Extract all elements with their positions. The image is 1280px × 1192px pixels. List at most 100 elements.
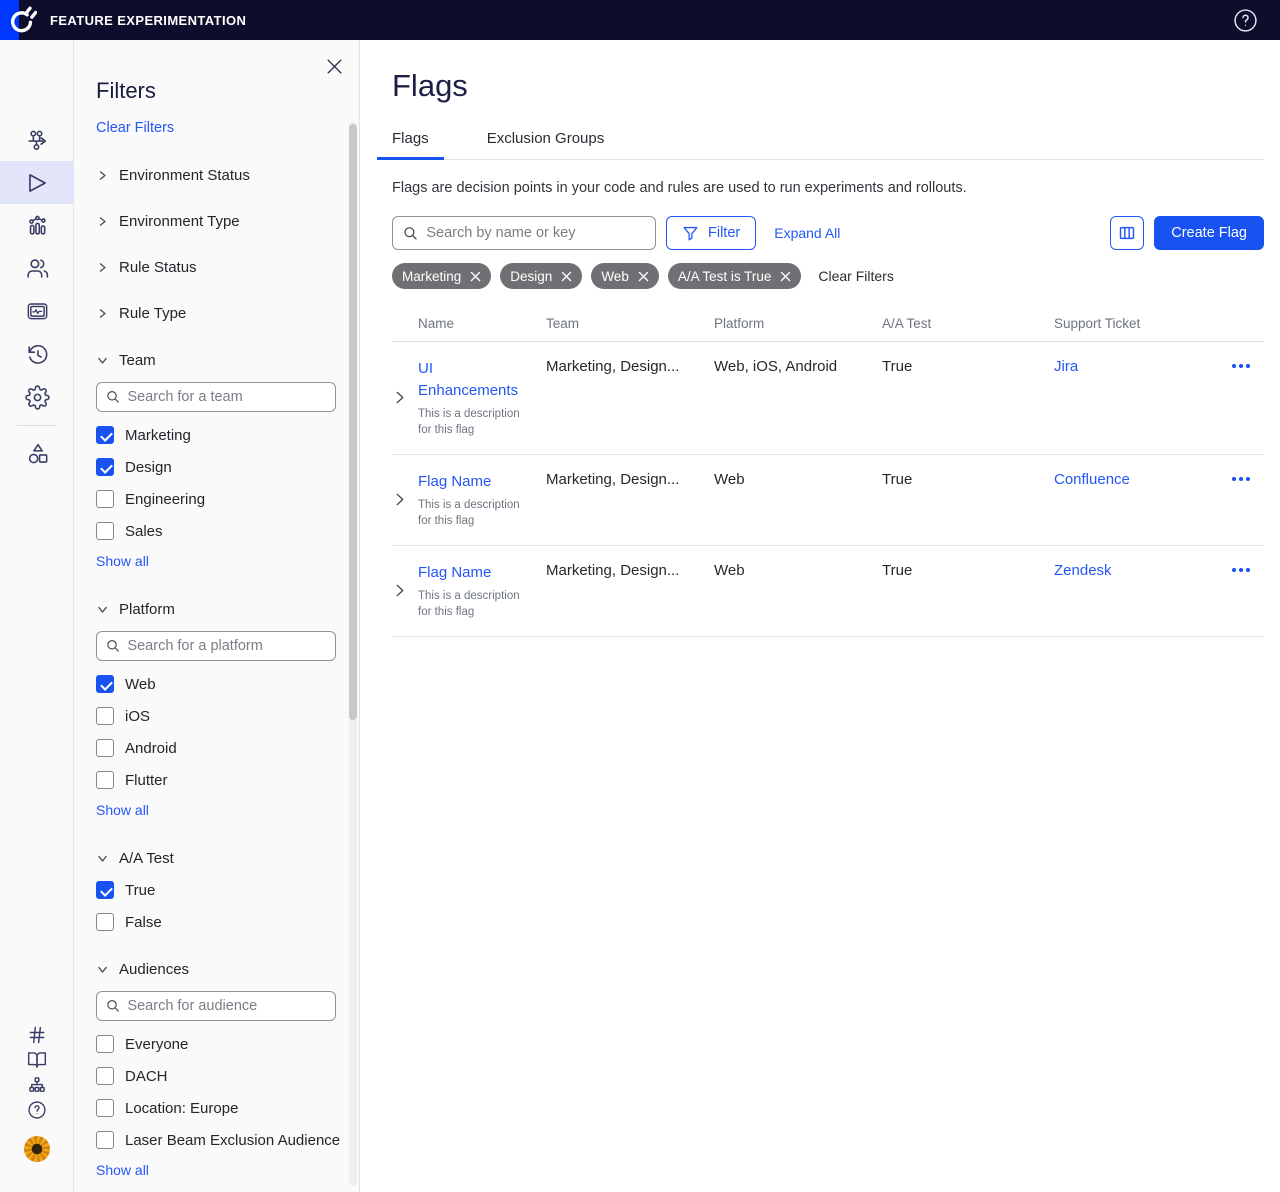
checkbox[interactable] [96, 881, 114, 899]
platform-search-input[interactable] [127, 638, 326, 654]
chips-clear-filters[interactable]: Clear Filters [818, 268, 893, 284]
filter-option[interactable]: Design [96, 458, 359, 476]
flag-name-link[interactable]: Flag Name [418, 562, 491, 584]
checkbox[interactable] [96, 458, 114, 476]
table-row: Flag Name This is a description for this… [392, 455, 1264, 546]
panel-scrollbar-thumb[interactable] [349, 124, 357, 720]
filter-chip[interactable]: Marketing [392, 263, 491, 289]
filter-option[interactable]: Android [96, 739, 359, 757]
nav-docs[interactable] [0, 1047, 74, 1072]
columns-button[interactable] [1110, 216, 1144, 250]
nav-flags[interactable] [0, 161, 74, 204]
checkbox[interactable] [96, 1131, 114, 1149]
chip-remove-icon[interactable] [780, 271, 791, 282]
checkbox[interactable] [96, 522, 114, 540]
nav-settings[interactable] [0, 376, 74, 419]
clear-filters-link[interactable]: Clear Filters [96, 120, 174, 136]
nav-history[interactable] [0, 333, 74, 376]
filter-option[interactable]: Sales [96, 522, 359, 540]
user-avatar[interactable] [24, 1136, 50, 1162]
checkbox-label: Marketing [125, 427, 191, 444]
checkbox[interactable] [96, 675, 114, 693]
filter-option[interactable]: iOS [96, 707, 359, 725]
row-menu-icon[interactable] [1232, 364, 1250, 368]
close-icon[interactable] [326, 58, 343, 75]
filter-option[interactable]: Engineering [96, 490, 359, 508]
chip-remove-icon[interactable] [470, 271, 481, 282]
checkbox[interactable] [96, 1099, 114, 1117]
checkbox[interactable] [96, 771, 114, 789]
support-ticket-link[interactable]: Jira [1054, 358, 1078, 375]
platform-cell: Web [714, 469, 882, 488]
show-all-link[interactable]: Show all [96, 802, 149, 818]
app-title: FEATURE EXPERIMENTATION [50, 13, 246, 28]
row-menu-icon[interactable] [1232, 477, 1250, 481]
tab[interactable]: Exclusion Groups [472, 130, 620, 159]
checkbox[interactable] [96, 1035, 114, 1053]
filter-option[interactable]: Location: Europe [96, 1099, 359, 1117]
expand-all-link[interactable]: Expand All [774, 225, 840, 241]
flag-name-link[interactable]: UI Enhancements [418, 358, 530, 402]
search-icon [106, 389, 120, 405]
nav-reports[interactable] [0, 290, 74, 333]
filter-section-label: Team [119, 352, 156, 369]
show-all-link[interactable]: Show all [96, 1162, 149, 1178]
checkbox[interactable] [96, 1067, 114, 1085]
help-circle-icon[interactable] [1233, 8, 1258, 33]
nav-hierarchy[interactable] [0, 1072, 74, 1097]
tab[interactable]: Flags [377, 130, 444, 159]
filter-section-header[interactable]: Environment Status [96, 167, 250, 184]
filter-button[interactable]: Filter [666, 216, 756, 250]
row-expand-chevron-icon[interactable] [392, 390, 407, 405]
row-menu-icon[interactable] [1232, 568, 1250, 572]
filter-section-header[interactable]: Environment Type [96, 213, 240, 230]
filter-option[interactable]: DACH [96, 1067, 359, 1085]
show-all-link[interactable]: Show all [96, 553, 149, 569]
filter-option[interactable]: Everyone [96, 1035, 359, 1053]
checkbox-label: True [125, 882, 155, 899]
filter-section-header[interactable]: Rule Status [96, 259, 197, 276]
filter-section-header[interactable]: Team [96, 352, 156, 369]
nav-experiments[interactable] [0, 118, 74, 161]
team-search-input[interactable] [127, 389, 326, 405]
chip-remove-icon[interactable] [638, 271, 649, 282]
panel-scrollbar-track[interactable] [349, 122, 357, 1186]
filter-option[interactable]: False [96, 913, 359, 931]
checkbox[interactable] [96, 707, 114, 725]
support-ticket-link[interactable]: Zendesk [1054, 562, 1112, 579]
filter-section-header[interactable]: Audiences [96, 961, 189, 978]
filter-section-header[interactable]: A/A Test [96, 850, 174, 867]
search-icon [403, 225, 418, 242]
filter-chip[interactable]: Web [591, 263, 659, 289]
checkbox[interactable] [96, 739, 114, 757]
row-expand-chevron-icon[interactable] [392, 583, 407, 598]
filter-option[interactable]: Marketing [96, 426, 359, 444]
support-ticket-link[interactable]: Confluence [1054, 471, 1130, 488]
nav-help[interactable] [0, 1097, 74, 1122]
filter-option[interactable]: Flutter [96, 771, 359, 789]
filter-option[interactable]: Laser Beam Exclusion Audience [96, 1131, 359, 1149]
nav-results[interactable] [0, 204, 74, 247]
checkbox-label: False [125, 914, 162, 931]
nav-hash[interactable] [0, 1022, 74, 1047]
flags-search-input[interactable] [426, 225, 645, 241]
filter-chip[interactable]: A/A Test is True [668, 263, 802, 289]
checkbox[interactable] [96, 426, 114, 444]
filter-button-label: Filter [708, 225, 740, 241]
filter-section-aa-test: A/A Test True False [96, 850, 359, 931]
checkbox[interactable] [96, 490, 114, 508]
filter-section-header[interactable]: Rule Type [96, 305, 186, 322]
chip-remove-icon[interactable] [561, 271, 572, 282]
flag-name-link[interactable]: Flag Name [418, 471, 491, 493]
audience-search-input[interactable] [127, 998, 326, 1014]
nav-audiences[interactable] [0, 247, 74, 290]
filter-chip[interactable]: Design [500, 263, 582, 289]
create-flag-button[interactable]: Create Flag [1154, 216, 1264, 250]
checkbox[interactable] [96, 913, 114, 931]
filter-section-header[interactable]: Platform [96, 601, 175, 618]
filter-option[interactable]: Web [96, 675, 359, 693]
filter-option[interactable]: True [96, 881, 359, 899]
search-icon [106, 998, 120, 1014]
row-expand-chevron-icon[interactable] [392, 492, 407, 507]
nav-components[interactable] [0, 432, 74, 475]
